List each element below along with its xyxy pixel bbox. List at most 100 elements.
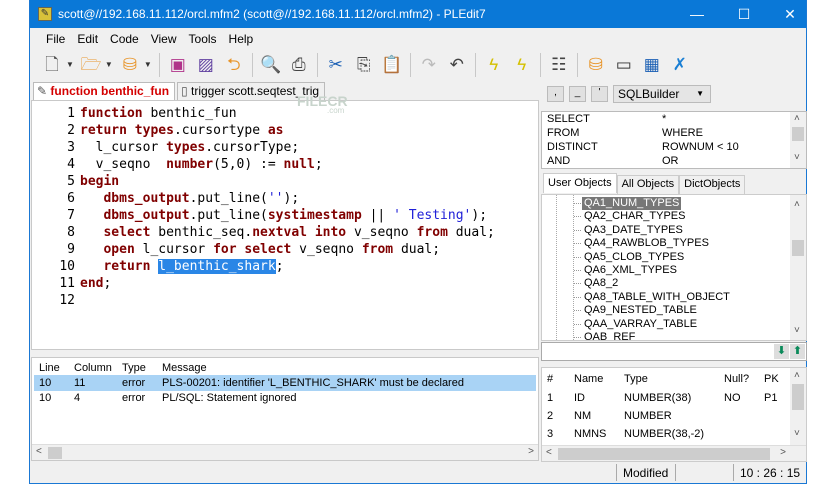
print-icon[interactable]: ⎙ <box>287 53 311 77</box>
scroll-right-icon[interactable]: > <box>780 447 786 458</box>
tree-item[interactable]: QA9_NESTED_TABLE <box>574 304 699 317</box>
code-line[interactable]: 8 select benthic_seq.nextval into v_seqn… <box>32 224 495 241</box>
message-row[interactable]: 10 4 error PL/SQL: Statement ignored <box>34 390 536 406</box>
tab-dict-objects[interactable]: DictObjects <box>679 175 746 194</box>
horizontal-scrollbar[interactable]: < > <box>32 444 538 460</box>
code-editor[interactable]: FILECR .com 1 function benthic_fun 2 return … <box>31 93 539 350</box>
settings-tools-icon[interactable]: ✗ <box>668 53 692 77</box>
comma-button[interactable]: , <box>547 86 564 102</box>
chevron-down-icon[interactable]: ▼ <box>105 60 113 69</box>
scroll-thumb[interactable] <box>48 447 62 459</box>
scroll-right-icon[interactable]: > <box>528 446 534 457</box>
tree-item[interactable]: QA5_CLOB_TYPES <box>573 251 686 264</box>
menu-edit[interactable]: Edit <box>75 28 104 48</box>
scroll-up-icon[interactable]: ˄ <box>794 199 800 210</box>
tree-icon[interactable]: ☷ <box>547 53 571 77</box>
col-type[interactable]: Type <box>122 360 146 376</box>
col-line[interactable]: Line <box>39 360 60 376</box>
window-split-icon[interactable]: ▭ <box>612 53 636 77</box>
tree-item[interactable]: QAA_VARRAY_TABLE <box>573 318 699 331</box>
object-filter-input[interactable]: ⬇ ⬆ <box>541 342 807 361</box>
col-column[interactable]: Column <box>74 360 112 376</box>
underscore-button[interactable]: _ <box>569 86 586 102</box>
save-icon[interactable]: ▣ <box>166 53 190 77</box>
minimize-button[interactable]: — <box>682 4 712 24</box>
tree-item[interactable]: QA3_DATE_TYPES <box>574 224 685 237</box>
tab-function-benthic-fun[interactable]: ✎ function benthic_fun <box>33 82 176 101</box>
code-line[interactable]: 10 return l_benthic_shark; <box>32 258 284 275</box>
tree-item[interactable]: QA8_TABLE_WITH_OBJECT <box>574 291 732 304</box>
keyword-item[interactable]: DISTINCT <box>547 141 598 153</box>
scroll-thumb[interactable] <box>792 127 804 141</box>
compile-icon[interactable]: ϟ <box>482 53 506 77</box>
menu-help[interactable]: Help <box>227 28 260 48</box>
keyword-item[interactable]: OR <box>662 155 679 167</box>
maximize-button[interactable]: ☐ <box>729 4 759 24</box>
grid-row[interactable]: 2 NM NUMBER <box>542 410 790 427</box>
scroll-up-icon[interactable]: ˄ <box>794 370 800 381</box>
tab-all-objects[interactable]: All Objects <box>616 175 680 194</box>
scroll-left-icon[interactable]: < <box>546 447 552 458</box>
arrow-up-icon[interactable]: ⬆ <box>790 344 805 359</box>
scroll-left-icon[interactable]: < <box>36 446 42 457</box>
tree-item[interactable]: QA8_2 <box>573 277 620 290</box>
tree-item[interactable]: QA2_CHAR_TYPES <box>573 210 687 223</box>
table-grid-icon[interactable]: ▦ <box>640 53 664 77</box>
redo-icon[interactable]: ↷ <box>417 53 441 77</box>
keyword-item[interactable]: SELECT <box>547 113 590 125</box>
compile-one-icon[interactable]: ϟ <box>510 53 534 77</box>
keyword-item[interactable]: ROWNUM < 10 <box>662 141 739 153</box>
open-folder-icon[interactable]: 🗁 <box>79 53 103 77</box>
keyword-item[interactable]: FROM <box>547 127 579 139</box>
object-tree[interactable]: ˄ ˅ QA1_NUM_TYPES QA2_CHAR_TYPES QA3_DATE_T… <box>541 194 807 341</box>
undo-icon[interactable]: ↶ <box>445 53 469 77</box>
menu-view[interactable]: View <box>149 28 183 48</box>
code-line[interactable]: 4 v_seqno number(5,0) := null; <box>32 156 322 173</box>
code-line[interactable]: 3 l_cursor types.cursorType; <box>32 139 299 156</box>
menu-code[interactable]: Code <box>108 28 145 48</box>
print-preview-icon[interactable]: 🔍 <box>259 53 283 77</box>
scroll-thumb[interactable] <box>792 384 804 410</box>
scroll-thumb[interactable] <box>558 448 770 460</box>
sql-builder-select[interactable]: SQLBuilder ▼ <box>613 85 711 103</box>
grid-row[interactable]: 1 ID NUMBER(38) NO P1 <box>542 392 790 409</box>
open-recent-icon[interactable]: ⮌ <box>222 53 246 77</box>
quote-button[interactable]: ' <box>591 86 608 102</box>
scroll-thumb[interactable] <box>792 240 804 256</box>
code-line[interactable]: 2 return types.cursortype as <box>32 122 283 139</box>
code-line[interactable]: 1 function benthic_fun <box>32 105 236 122</box>
code-line[interactable]: 11 end; <box>32 275 111 292</box>
vertical-scrollbar[interactable]: ˄ ˅ <box>790 195 806 340</box>
horizontal-scrollbar[interactable]: < > <box>542 445 806 461</box>
tree-item[interactable]: QA1_NUM_TYPES <box>573 197 682 210</box>
code-line[interactable]: 12 <box>32 292 80 309</box>
db-tools-icon[interactable]: ⛁ <box>584 53 608 77</box>
keyword-item[interactable]: * <box>662 113 666 125</box>
tree-item[interactable]: QAB_REF <box>573 331 637 340</box>
cut-icon[interactable]: ✂ <box>324 53 348 77</box>
tree-item[interactable]: QA4_RAWBLOB_TYPES <box>574 237 711 250</box>
vertical-scrollbar[interactable]: ˄ ˅ <box>790 368 806 445</box>
copy-icon[interactable]: ⎘ <box>352 53 376 77</box>
paste-icon[interactable]: 📋 <box>380 53 404 77</box>
scroll-down-icon[interactable]: ˅ <box>794 428 800 439</box>
keyword-item[interactable]: AND <box>547 155 570 167</box>
tree-item[interactable]: QA6_XML_TYPES <box>574 264 679 277</box>
scroll-down-icon[interactable]: ˅ <box>794 152 800 163</box>
arrow-down-icon[interactable]: ⬇ <box>774 344 789 359</box>
col-message[interactable]: Message <box>162 360 207 376</box>
scroll-up-icon[interactable]: ˄ <box>794 113 800 124</box>
code-line[interactable]: 9 open l_cursor for select v_seqno from … <box>32 241 440 258</box>
chevron-down-icon[interactable]: ▼ <box>144 60 152 69</box>
close-button[interactable]: ✕ <box>775 4 805 24</box>
code-line[interactable]: 5 begin <box>32 173 119 190</box>
vertical-scrollbar[interactable]: ˄ ˅ <box>790 112 806 168</box>
code-line[interactable]: 7 dbms_output.put_line(systimestamp || '… <box>32 207 487 224</box>
message-row[interactable]: 10 11 error PLS-00201: identifier 'L_BEN… <box>34 375 536 391</box>
menu-file[interactable]: File <box>44 28 71 48</box>
database-connect-icon[interactable]: ⛁ <box>118 53 142 77</box>
tab-user-objects[interactable]: User Objects <box>543 173 617 193</box>
chevron-down-icon[interactable]: ▼ <box>66 60 74 69</box>
scroll-down-icon[interactable]: ˅ <box>794 325 800 336</box>
new-file-icon[interactable]: 🗋 <box>40 53 64 77</box>
